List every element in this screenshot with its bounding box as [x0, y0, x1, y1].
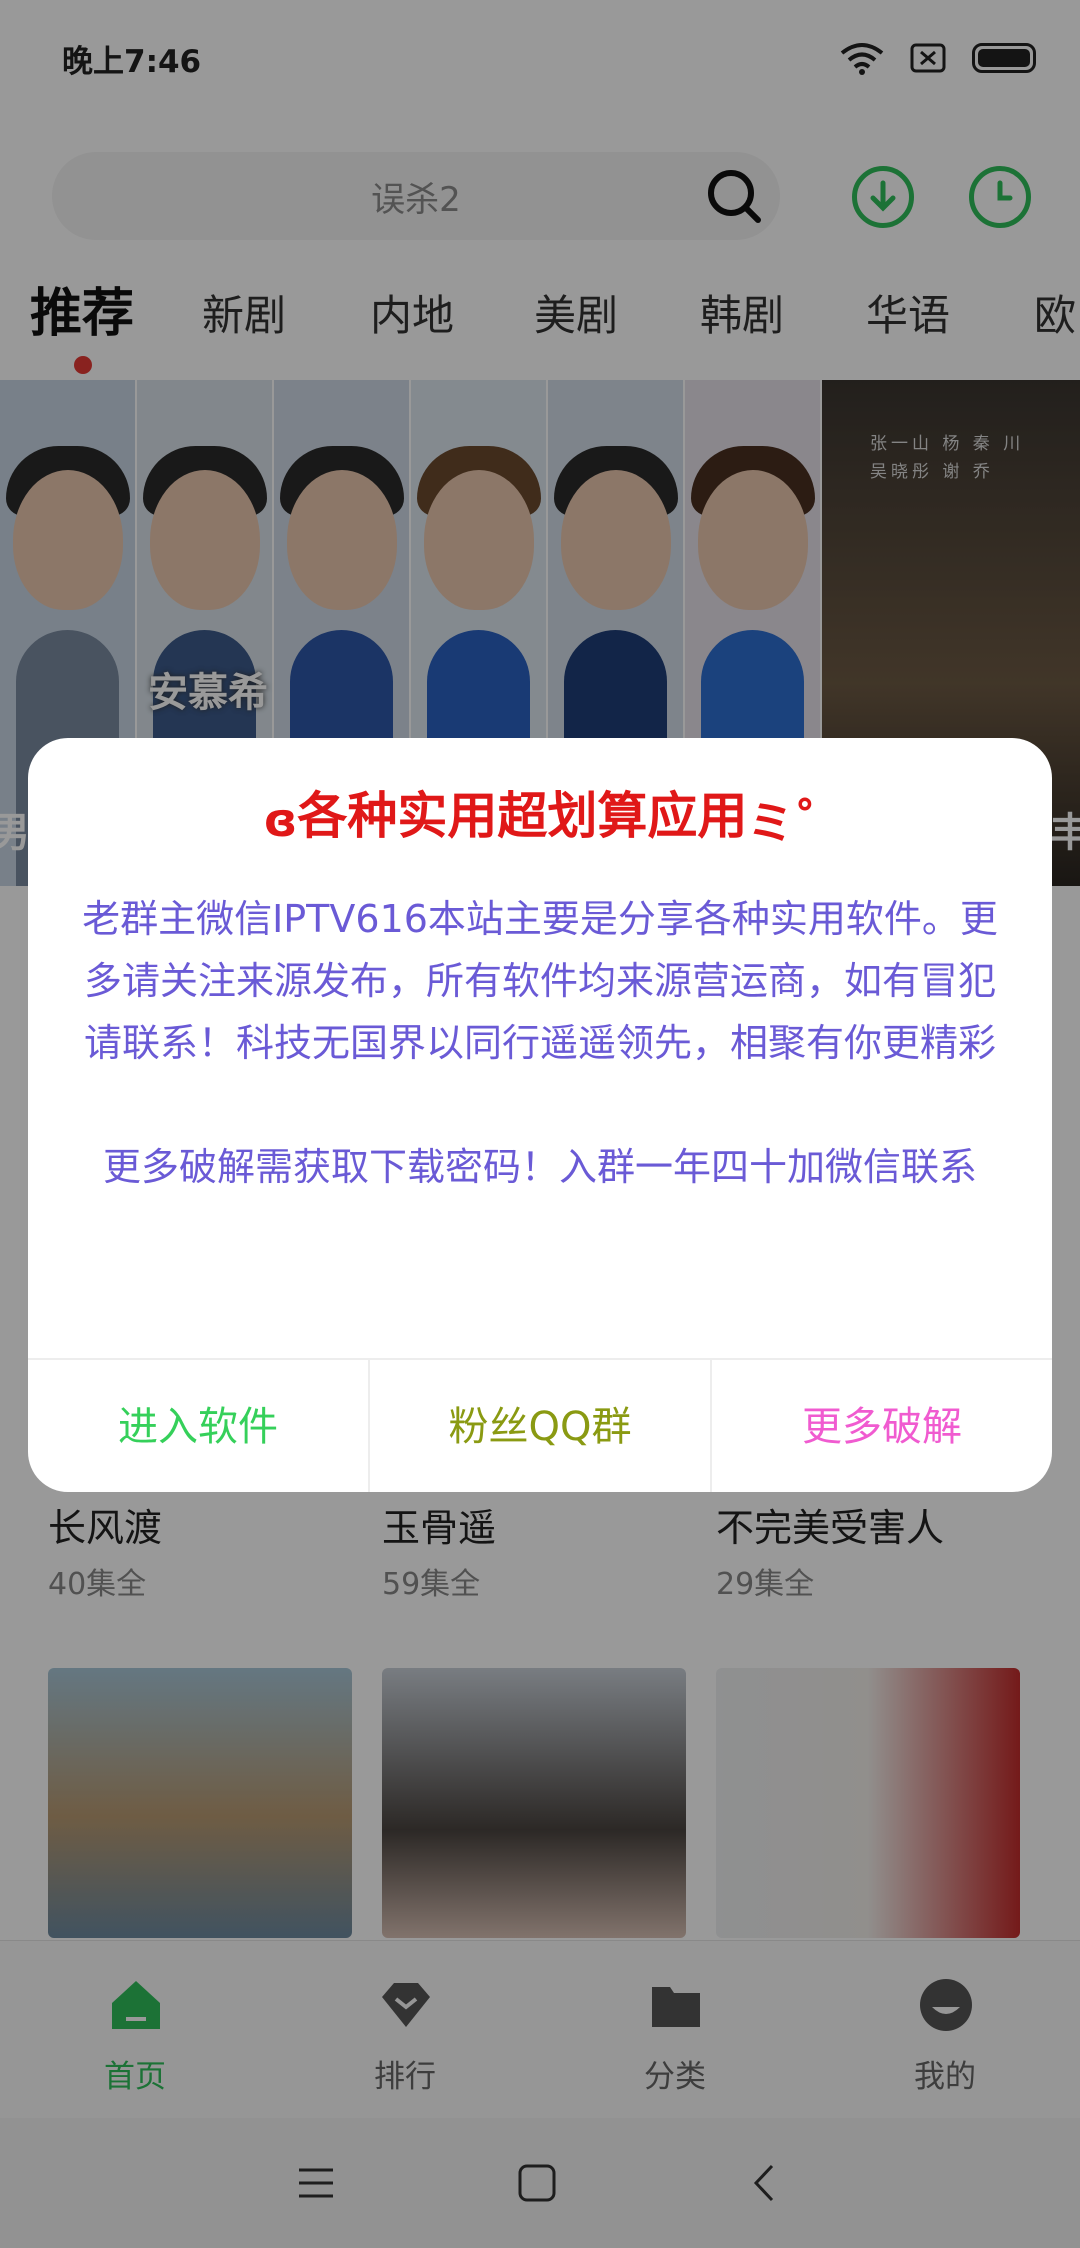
flourish-left-icon: ɞ [263, 792, 298, 847]
qq-group-button[interactable]: 粉丝QQ群 [370, 1360, 712, 1492]
dialog-title: 各种实用超划算应用 [297, 787, 748, 845]
flourish-right-icon: ミ˚ [747, 795, 817, 850]
enter-app-button[interactable]: 进入软件 [28, 1360, 370, 1492]
dialog-title-row: ɞ各种实用超划算应用ミ˚ [28, 776, 1052, 853]
dialog-message: 老群主微信IPTV616本站主要是分享各种实用软件。更多请关注来源发布，所有软件… [82, 897, 998, 1189]
announcement-dialog: ɞ各种实用超划算应用ミ˚ 老群主微信IPTV616本站主要是分享各种实用软件。更… [28, 738, 1052, 1492]
dialog-actions: 进入软件 粉丝QQ群 更多破解 [28, 1358, 1052, 1492]
more-cracks-button[interactable]: 更多破解 [712, 1360, 1052, 1492]
